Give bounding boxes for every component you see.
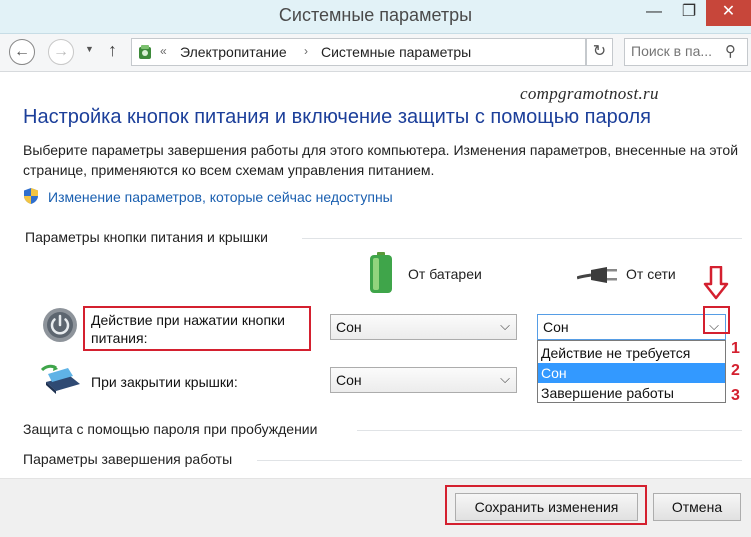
option-shutdown[interactable]: Завершение работы — [538, 383, 725, 403]
maximize-button[interactable]: ❐ — [675, 0, 703, 26]
search-box[interactable]: ⚲ — [624, 38, 748, 66]
select-value: Сон — [336, 372, 362, 388]
page-title: Настройка кнопок питания и включение защ… — [23, 106, 651, 128]
select-value: Сон — [543, 319, 569, 335]
control-panel-icon — [139, 45, 151, 59]
uac-shield-icon — [24, 188, 38, 204]
lid-close-action-label: При закрытии крышки: — [91, 374, 238, 390]
cancel-button[interactable]: Отмена — [653, 493, 741, 521]
highlight-box-save — [445, 485, 647, 525]
number-annotation-2: 2 — [731, 362, 740, 379]
number-annotation-1: 1 — [731, 340, 740, 357]
chevron-down-icon: ⌵ — [500, 371, 510, 386]
ac-column-header: От сети — [626, 266, 676, 282]
close-button[interactable]: ✕ — [706, 0, 751, 26]
breadcrumb-overflow[interactable]: « — [160, 44, 167, 58]
search-icon[interactable]: ⚲ — [725, 42, 736, 60]
section-divider — [302, 238, 742, 239]
battery-column-header: От батареи — [408, 266, 482, 282]
breadcrumb-system-settings[interactable]: Системные параметры — [321, 44, 471, 60]
address-bar[interactable]: « Электропитание › Системные параметры — [131, 38, 586, 66]
breadcrumb-separator[interactable]: › — [304, 44, 308, 58]
select-value: Сон — [336, 319, 362, 335]
navigation-bar: ← → ▼ ↑ « Электропитание › Системные пар… — [0, 34, 751, 72]
power-button-battery-select[interactable]: Сон ⌵ — [330, 314, 517, 340]
section-divider — [357, 430, 742, 431]
page-description: Выберите параметры завершения работы для… — [23, 142, 739, 178]
section-divider — [257, 460, 742, 461]
search-input[interactable] — [631, 43, 723, 59]
power-button-icon — [43, 308, 77, 342]
power-plug-icon — [577, 267, 617, 283]
laptop-lid-icon — [40, 364, 80, 394]
power-button-ac-select[interactable]: Сон ⌵ — [537, 314, 726, 340]
forward-button[interactable]: → — [48, 39, 74, 65]
password-section-title: Защита с помощью пароля при пробуждении — [23, 421, 318, 437]
highlight-box-label — [83, 306, 311, 351]
change-unavailable-settings-link[interactable]: Изменение параметров, которые сейчас нед… — [48, 189, 393, 205]
number-annotation-3: 3 — [731, 387, 740, 404]
option-sleep[interactable]: Сон — [538, 363, 725, 383]
lid-close-battery-select[interactable]: Сон ⌵ — [330, 367, 517, 393]
chevron-down-icon: ⌵ — [500, 318, 510, 333]
up-button[interactable]: ↑ — [108, 40, 117, 61]
watermark: compgramotnost.ru — [520, 84, 659, 103]
option-do-nothing[interactable]: Действие не требуется — [538, 343, 725, 363]
arrow-down-icon — [703, 266, 729, 300]
battery-icon — [370, 252, 392, 293]
shutdown-section-title: Параметры завершения работы — [23, 451, 233, 467]
minimize-button[interactable]: — — [640, 0, 668, 26]
title-bar: Системные параметры — ❐ ✕ — [0, 0, 751, 34]
back-button[interactable]: ← — [9, 39, 35, 65]
power-action-dropdown[interactable]: Действие не требуется Сон Завершение раб… — [537, 340, 726, 403]
breadcrumb-power-options[interactable]: Электропитание — [180, 44, 287, 60]
refresh-button[interactable]: ↻ — [586, 38, 613, 66]
window-title: Системные параметры — [278, 5, 473, 25]
power-section-title: Параметры кнопки питания и крышки — [25, 229, 268, 245]
history-dropdown-icon[interactable]: ▼ — [85, 44, 94, 54]
highlight-box-chevron — [703, 306, 730, 334]
